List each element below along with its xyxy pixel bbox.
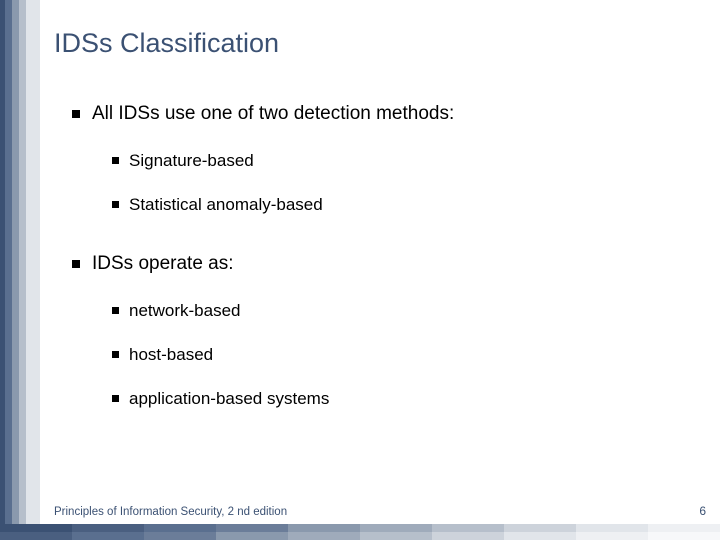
square-bullet-icon [72,110,80,118]
bullet-text: IDSs operate as: [92,253,234,275]
bullet-level-1: IDSs operate as: [72,253,694,275]
bottom-decoration-bar [0,524,720,540]
slide-content: IDSs Classification All IDSs use one of … [54,28,694,433]
left-decoration-stripe [0,0,40,524]
bullet-level-2: host-based [112,345,694,365]
square-bullet-icon [72,260,80,268]
footer-text: Principles of Information Security, 2 nd… [54,506,287,518]
bullet-level-2: application-based systems [112,389,694,409]
bullet-level-2: Signature-based [112,151,694,171]
page-number: 6 [699,504,706,518]
square-bullet-icon [112,351,119,358]
bullet-text: host-based [129,345,213,365]
square-bullet-icon [112,395,119,402]
bullet-text: network-based [129,301,241,321]
square-bullet-icon [112,157,119,164]
bullet-level-1: All IDSs use one of two detection method… [72,103,694,125]
bullet-text: Signature-based [129,151,254,171]
bullet-text: application-based systems [129,389,329,409]
page-title: IDSs Classification [54,28,694,59]
square-bullet-icon [112,307,119,314]
bullet-level-2: network-based [112,301,694,321]
bullet-text: All IDSs use one of two detection method… [92,103,454,125]
square-bullet-icon [112,201,119,208]
bullet-level-2: Statistical anomaly-based [112,195,694,215]
bullet-text: Statistical anomaly-based [129,195,323,215]
